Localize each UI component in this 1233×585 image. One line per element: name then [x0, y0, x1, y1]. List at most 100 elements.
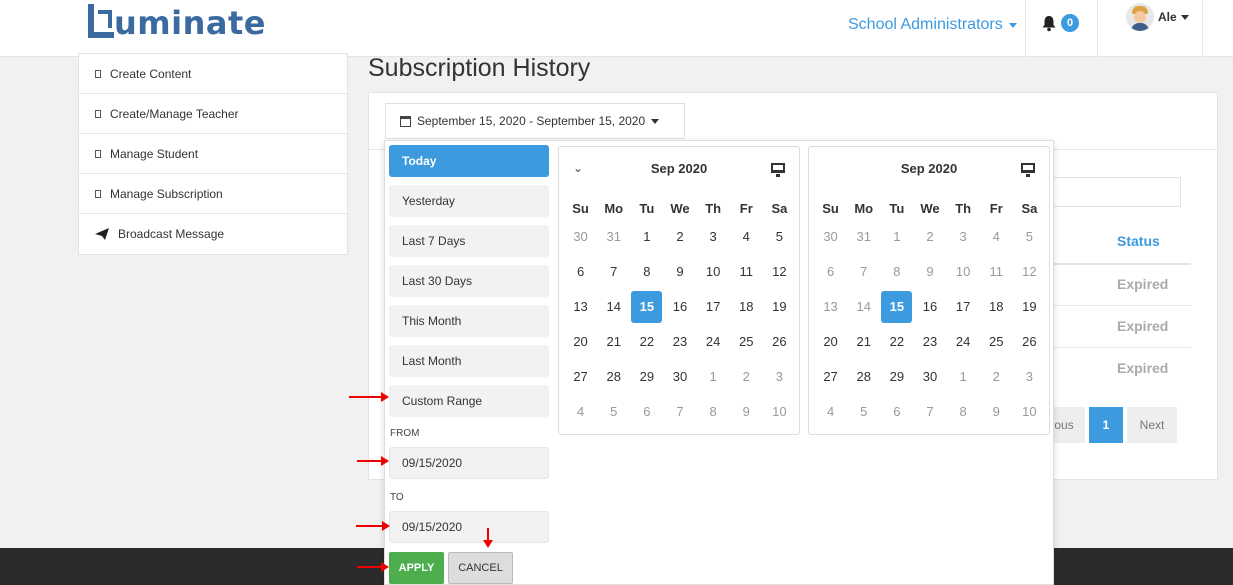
calendar-day[interactable]: 11: [730, 256, 763, 288]
calendar-day[interactable]: 2: [663, 221, 696, 253]
calendar-day[interactable]: 28: [597, 361, 630, 393]
calendar-day[interactable]: 2: [730, 361, 763, 393]
calendar-day[interactable]: 8: [697, 396, 730, 428]
calendar-day[interactable]: 4: [814, 396, 847, 428]
calendar-day[interactable]: 15: [881, 291, 913, 323]
calendar-day[interactable]: 27: [814, 361, 847, 393]
calendar-day[interactable]: 8: [947, 396, 980, 428]
calendar-day[interactable]: 19: [763, 291, 796, 323]
calendar-day[interactable]: 26: [1013, 326, 1046, 358]
calendar-day[interactable]: 8: [880, 256, 913, 288]
calendar-day[interactable]: 16: [663, 291, 696, 323]
calendar-day[interactable]: 6: [880, 396, 913, 428]
range-last-7-days[interactable]: Last 7 Days: [389, 225, 549, 257]
calendar-day[interactable]: 19: [1013, 291, 1046, 323]
sidebar-item-create-content[interactable]: Create Content: [79, 54, 347, 94]
calendar-day[interactable]: 30: [913, 361, 946, 393]
to-date-input[interactable]: 09/15/2020: [389, 511, 549, 543]
cancel-button[interactable]: CANCEL: [448, 552, 513, 584]
calendar-day[interactable]: 24: [947, 326, 980, 358]
calendar-day[interactable]: 9: [730, 396, 763, 428]
from-date-input[interactable]: 09/15/2020: [389, 447, 549, 479]
calendar-day[interactable]: 13: [564, 291, 597, 323]
calendar-day[interactable]: 1: [697, 361, 730, 393]
calendar-day[interactable]: 9: [913, 256, 946, 288]
calendar-day[interactable]: 6: [564, 256, 597, 288]
calendar-day[interactable]: 17: [947, 291, 980, 323]
monitor-icon[interactable]: [771, 163, 785, 177]
calendar-day[interactable]: 29: [880, 361, 913, 393]
date-range-button[interactable]: September 15, 2020 - September 15, 2020: [385, 103, 685, 139]
calendar-day[interactable]: 27: [564, 361, 597, 393]
calendar-day[interactable]: 1: [947, 361, 980, 393]
calendar-day[interactable]: 5: [847, 396, 880, 428]
calendar-day[interactable]: 14: [597, 291, 630, 323]
calendar-day[interactable]: 9: [663, 256, 696, 288]
calendar-day[interactable]: 2: [980, 361, 1013, 393]
calendar-day[interactable]: 20: [814, 326, 847, 358]
calendar-day[interactable]: 18: [730, 291, 763, 323]
calendar-day[interactable]: 29: [630, 361, 663, 393]
calendar-day[interactable]: 6: [814, 256, 847, 288]
calendar-day[interactable]: 3: [763, 361, 796, 393]
calendar-day[interactable]: 9: [980, 396, 1013, 428]
status-column-header[interactable]: Status: [1117, 233, 1160, 249]
calendar-day[interactable]: 3: [1013, 361, 1046, 393]
calendar-day[interactable]: 4: [730, 221, 763, 253]
calendar-day[interactable]: 10: [763, 396, 796, 428]
calendar-day[interactable]: 15: [631, 291, 663, 323]
calendar-day[interactable]: 30: [663, 361, 696, 393]
sidebar-item-broadcast-message[interactable]: Broadcast Message: [79, 214, 347, 254]
calendar-day[interactable]: 13: [814, 291, 847, 323]
sidebar-item-manage-teacher[interactable]: Create/Manage Teacher: [79, 94, 347, 134]
calendar-day[interactable]: 12: [1013, 256, 1046, 288]
calendar-day[interactable]: 7: [663, 396, 696, 428]
pagination-page-1[interactable]: 1: [1089, 407, 1123, 443]
calendar-day[interactable]: 1: [880, 221, 913, 253]
sidebar-item-manage-student[interactable]: Manage Student: [79, 134, 347, 174]
range-this-month[interactable]: This Month: [389, 305, 549, 337]
calendar-day[interactable]: 2: [913, 221, 946, 253]
luminate-logo[interactable]: uminate: [86, 0, 266, 40]
calendar-day[interactable]: 18: [980, 291, 1013, 323]
calendar-day[interactable]: 14: [847, 291, 880, 323]
calendar-day[interactable]: 28: [847, 361, 880, 393]
range-last-30-days[interactable]: Last 30 Days: [389, 265, 549, 297]
calendar-day[interactable]: 23: [913, 326, 946, 358]
calendar-day[interactable]: 23: [663, 326, 696, 358]
calendar-day[interactable]: 17: [697, 291, 730, 323]
calendar-day[interactable]: 31: [597, 221, 630, 253]
calendar-day[interactable]: 16: [913, 291, 946, 323]
calendar-day[interactable]: 1: [630, 221, 663, 253]
apply-button[interactable]: APPLY: [389, 552, 444, 584]
calendar-day[interactable]: 25: [980, 326, 1013, 358]
calendar-day[interactable]: 4: [980, 221, 1013, 253]
calendar-day[interactable]: 25: [730, 326, 763, 358]
calendar-day[interactable]: 22: [630, 326, 663, 358]
calendar-day[interactable]: 30: [564, 221, 597, 253]
notifications-button[interactable]: 0: [1040, 14, 1079, 32]
calendar-day[interactable]: 26: [763, 326, 796, 358]
range-today[interactable]: Today: [389, 145, 549, 177]
calendar-day[interactable]: 3: [947, 221, 980, 253]
calendar-day[interactable]: 30: [814, 221, 847, 253]
calendar-day[interactable]: 21: [847, 326, 880, 358]
calendar-day[interactable]: 7: [847, 256, 880, 288]
user-menu[interactable]: Ale: [1126, 3, 1189, 31]
calendar-day[interactable]: 5: [597, 396, 630, 428]
range-custom[interactable]: Custom Range: [389, 385, 549, 417]
calendar-day[interactable]: 10: [1013, 396, 1046, 428]
calendar-day[interactable]: 10: [697, 256, 730, 288]
calendar-day[interactable]: 21: [597, 326, 630, 358]
calendar-day[interactable]: 5: [763, 221, 796, 253]
calendar-day[interactable]: 8: [630, 256, 663, 288]
calendar-day[interactable]: 4: [564, 396, 597, 428]
calendar-day[interactable]: 24: [697, 326, 730, 358]
monitor-icon[interactable]: [1021, 163, 1035, 177]
calendar-day[interactable]: 11: [980, 256, 1013, 288]
calendar-day[interactable]: 10: [947, 256, 980, 288]
calendar-day[interactable]: 3: [697, 221, 730, 253]
calendar-day[interactable]: 12: [763, 256, 796, 288]
calendar-day[interactable]: 20: [564, 326, 597, 358]
calendar-day[interactable]: 7: [597, 256, 630, 288]
